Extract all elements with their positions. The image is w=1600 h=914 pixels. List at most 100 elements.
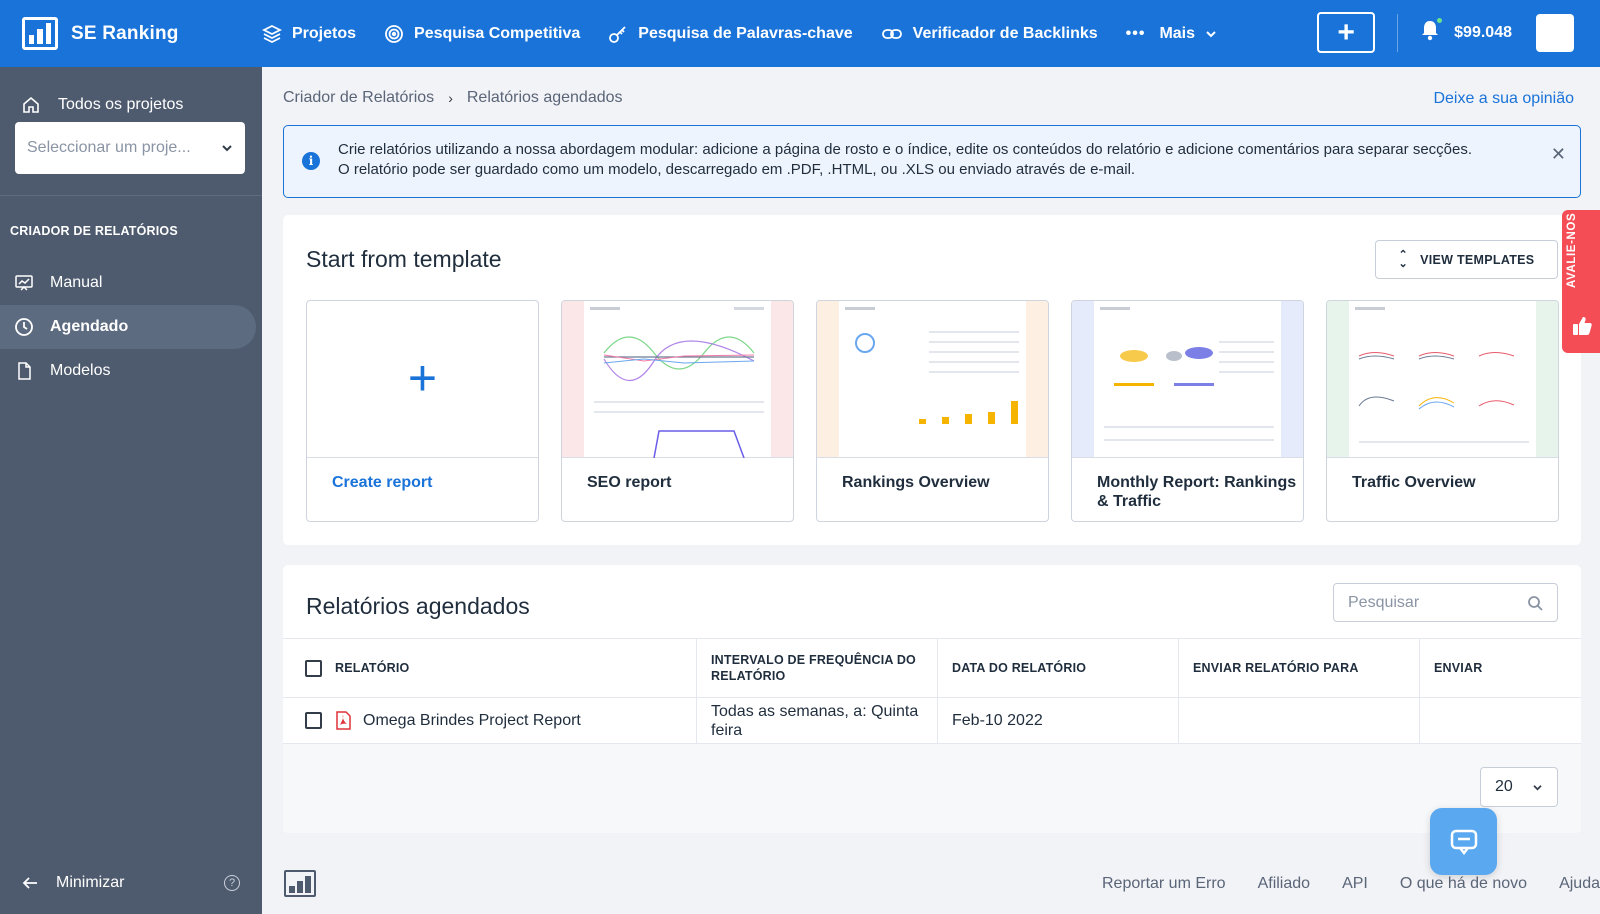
select-all-checkbox[interactable]: [305, 659, 322, 677]
view-templates-button[interactable]: ⌃ ⌄ VIEW TEMPLATES: [1375, 240, 1558, 279]
pdf-icon: [336, 711, 351, 730]
rows-per-page-select[interactable]: 20: [1480, 767, 1558, 807]
column-send-to[interactable]: ENVIAR RELATÓRIO PARA: [1179, 639, 1420, 697]
cell-report-date: Feb-10 2022: [938, 698, 1179, 743]
column-frequency[interactable]: INTERVALO DE FREQUÊNCIA DO RELATÓRIO: [697, 639, 938, 697]
template-name: Create report: [332, 474, 433, 491]
search-input[interactable]: Pesquisar: [1333, 583, 1558, 622]
feedback-link[interactable]: Deixe a sua opinião: [1433, 90, 1574, 108]
notifications-button[interactable]: [1420, 16, 1445, 46]
chat-icon: [1450, 829, 1477, 855]
info-text-line-1: Crie relatórios utilizando a nossa abord…: [338, 141, 1473, 158]
help-icon[interactable]: ?: [224, 875, 240, 891]
user-avatar[interactable]: [1536, 13, 1574, 52]
nav-backlink-checker[interactable]: Verificador de Backlinks: [881, 24, 1098, 44]
more-dots-icon: •••: [1125, 24, 1146, 42]
layers-icon: [262, 24, 282, 43]
account-balance[interactable]: $99.048: [1454, 24, 1512, 42]
sidebar-item-templates[interactable]: Modelos: [0, 349, 256, 393]
chevron-down-icon: [1206, 30, 1216, 37]
template-thumbnail: [1072, 301, 1303, 458]
line-chart-preview: [590, 307, 764, 459]
column-send[interactable]: ENVIAR: [1420, 639, 1581, 697]
nav-competitive-research[interactable]: Pesquisa Competitiva: [384, 24, 580, 44]
clock-icon: [15, 318, 33, 336]
breadcrumb-current: Relatórios agendados: [466, 89, 623, 106]
cell-send-to: [1179, 698, 1420, 743]
table-footer: 20: [283, 744, 1581, 833]
templates-title: Start from template: [306, 246, 502, 272]
sidebar-item-manual[interactable]: Manual: [0, 261, 256, 305]
search-icon: [1528, 595, 1543, 611]
cell-frequency: Todas as semanas, a: Quinta feira: [697, 698, 938, 743]
sidebar-item-scheduled[interactable]: Agendado: [0, 305, 256, 349]
template-create-report[interactable]: + Create report: [306, 300, 539, 522]
scheduled-title: Relatórios agendados: [306, 593, 530, 619]
column-report-date[interactable]: DATA DO RELATÓRIO: [938, 639, 1179, 697]
breadcrumb-parent[interactable]: Criador de Relatórios: [283, 89, 434, 107]
template-name: SEO report: [587, 474, 672, 491]
template-rankings-overview[interactable]: Rankings Overview: [816, 300, 1049, 522]
main-content: Criador de Relatórios › Relatórios agend…: [262, 67, 1600, 914]
project-select[interactable]: Seleccionar um proje...: [15, 122, 245, 174]
map-preview: [1100, 307, 1274, 441]
template-name: Traffic Overview: [1352, 474, 1476, 491]
nav-keyword-research[interactable]: Pesquisa de Palavras-chave: [608, 24, 853, 44]
page-footer: Reportar um Erro Afiliado API O que há d…: [262, 853, 1600, 914]
templates-card: Start from template ⌃ ⌄ VIEW TEMPLATES + …: [283, 215, 1581, 545]
breadcrumb: Criador de Relatórios › Relatórios agend…: [283, 89, 623, 107]
thumbs-up-icon: [1573, 317, 1592, 335]
footer-link-report-bug[interactable]: Reportar um Erro: [1102, 875, 1226, 893]
create-new-button[interactable]: +: [1317, 12, 1376, 53]
table-header: RELATÓRIO INTERVALO DE FREQUÊNCIA DO REL…: [283, 638, 1581, 698]
column-report[interactable]: RELATÓRIO: [283, 639, 697, 697]
template-list: + Create report SEO report Rankings Over…: [306, 300, 1559, 522]
template-seo-report[interactable]: SEO report: [561, 300, 794, 522]
template-thumbnail: [562, 301, 793, 459]
template-thumbnail: [817, 301, 1048, 458]
footer-links: Reportar um Erro Afiliado API O que há d…: [1070, 875, 1600, 893]
template-monthly-report[interactable]: Monthly Report: Rankings & Traffic: [1071, 300, 1304, 522]
report-name[interactable]: Omega Brindes Project Report: [363, 711, 581, 730]
sidebar-all-projects[interactable]: Todos os projetos: [0, 67, 262, 122]
main-nav: Projetos Pesquisa Competitiva Pesquisa d…: [262, 0, 1217, 67]
footer-link-affiliate[interactable]: Afiliado: [1258, 875, 1310, 893]
template-traffic-overview[interactable]: Traffic Overview: [1326, 300, 1559, 522]
info-icon: i: [302, 152, 320, 170]
footer-link-whats-new[interactable]: O que há de novo: [1400, 875, 1527, 893]
chevron-right-icon: ›: [448, 90, 453, 106]
chevron-down-icon: [1533, 784, 1542, 790]
nav-projects[interactable]: Projetos: [262, 24, 356, 44]
template-thumbnail: [1327, 301, 1558, 458]
cell-report: Omega Brindes Project Report: [283, 698, 697, 743]
link-icon: [881, 28, 902, 39]
sidebar-minimize[interactable]: Minimizar ?: [0, 852, 262, 914]
sidebar: Todos os projetos Seleccionar um proje..…: [0, 67, 262, 914]
rate-us-tab[interactable]: AVALIE-NOS: [1562, 210, 1600, 353]
footer-link-help[interactable]: Ajuda: [1559, 875, 1600, 893]
home-icon: [23, 96, 39, 113]
info-banner: i Crie relatórios utilizando a nossa abo…: [283, 125, 1581, 198]
logo-chart-icon: [22, 17, 58, 50]
top-right-actions: + $99.048: [1317, 12, 1574, 53]
top-navigation-bar: SE Ranking Projetos Pesquisa Competitiva…: [0, 0, 1600, 67]
template-name: Rankings Overview: [842, 474, 990, 491]
scheduled-reports-card: Relatórios agendados Pesquisar RELATÓRIO…: [283, 565, 1581, 833]
nav-more-menu[interactable]: ••• Mais: [1126, 25, 1217, 43]
chat-button[interactable]: [1430, 808, 1497, 875]
bar-chart-preview: [845, 307, 1019, 424]
template-name: Monthly Report: Rankings & Traffic: [1097, 474, 1297, 510]
plus-icon: +: [407, 350, 438, 406]
footer-logo-icon[interactable]: [284, 870, 316, 897]
table-row[interactable]: Omega Brindes Project Report Todas as se…: [283, 698, 1581, 744]
sidebar-section-title: CRIADOR DE RELATÓRIOS: [10, 224, 178, 238]
brand-logo[interactable]: SE Ranking: [0, 17, 262, 50]
divider: [1397, 13, 1399, 52]
plus-icon: +: [1337, 15, 1355, 49]
arrow-left-icon: [22, 877, 37, 889]
row-checkbox[interactable]: [305, 712, 322, 729]
close-icon[interactable]: ✕: [1551, 144, 1566, 164]
footer-link-api[interactable]: API: [1342, 875, 1368, 893]
document-icon: [18, 362, 31, 380]
cell-send: [1420, 698, 1581, 743]
